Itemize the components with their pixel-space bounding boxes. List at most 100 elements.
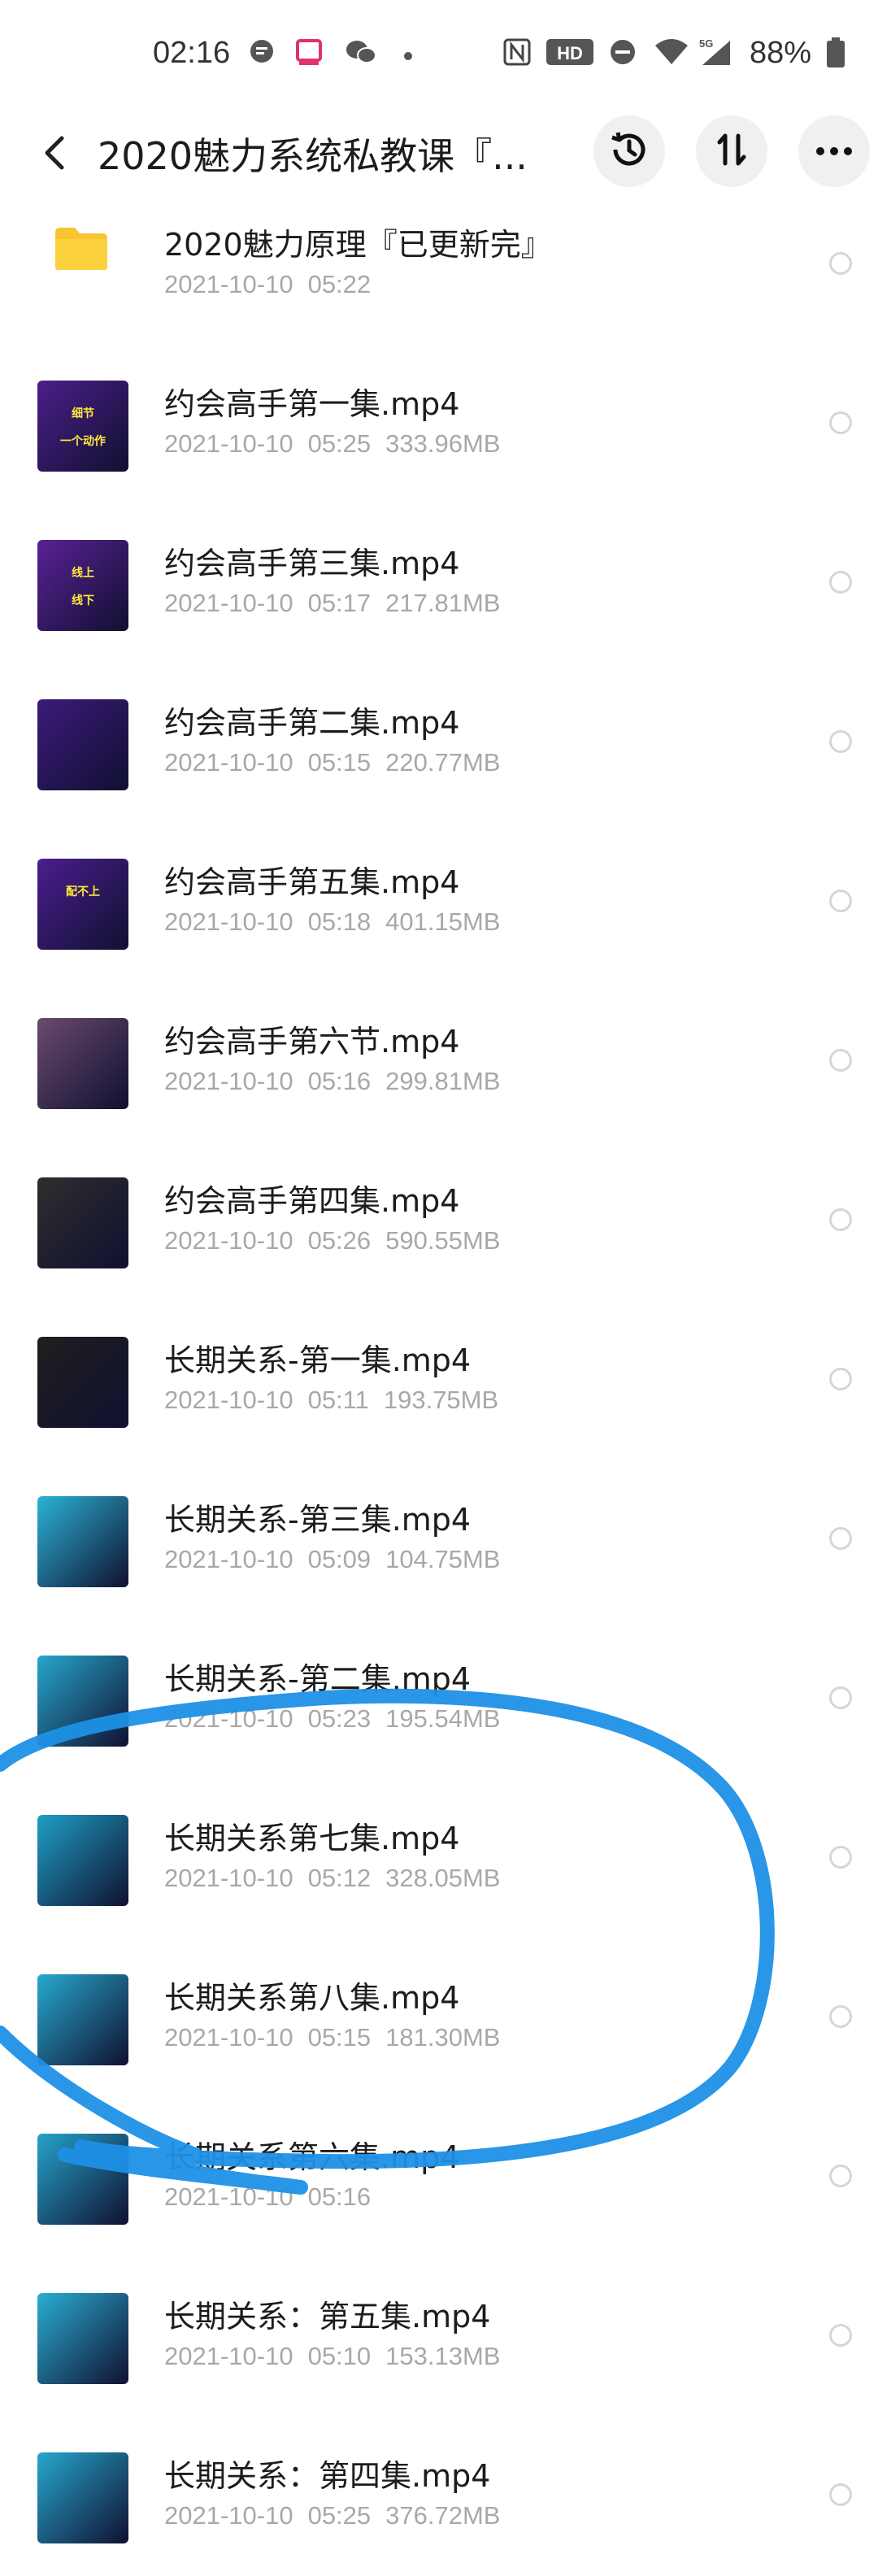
- more-dots-icon: [815, 144, 853, 159]
- file-name: 长期关系-第二集.mp4: [164, 1661, 472, 1697]
- file-name: 长期关系-第一集.mp4: [164, 1342, 472, 1378]
- file-row[interactable]: 长期关系第八集.mp4 2021-10-10 05:15 181.30MB: [0, 1939, 878, 2098]
- file-size: 193.75MB: [383, 1386, 499, 1414]
- message-icon: [247, 37, 276, 67]
- file-name: 约会高手第三集.mp4: [164, 546, 460, 581]
- file-time: 05:15: [307, 2023, 372, 2052]
- video-thumbnail: 细节 一个动作: [37, 381, 128, 472]
- wechat-icon: [345, 37, 376, 67]
- hd-label: HD: [557, 43, 583, 63]
- file-time: 05:22: [307, 270, 372, 298]
- video-thumbnail: [37, 1815, 128, 1906]
- select-radio[interactable]: [829, 1208, 852, 1231]
- hd-icon: HD: [546, 37, 593, 67]
- file-meta: 2021-10-10 05:22: [164, 270, 400, 299]
- file-row[interactable]: 长期关系第六集.mp4 2021-10-10 05:16: [0, 2098, 878, 2257]
- file-name: 长期关系第七集.mp4: [164, 1821, 460, 1856]
- select-radio[interactable]: [829, 1846, 852, 1869]
- file-meta: 2021-10-10 05:10 153.13MB: [164, 2342, 515, 2371]
- file-time: 05:25: [307, 429, 372, 458]
- file-name: 约会高手第六节.mp4: [164, 1024, 460, 1060]
- file-name: 长期关系第八集.mp4: [164, 1980, 460, 2016]
- file-date: 2021-10-10: [164, 1386, 293, 1414]
- video-thumbnail: [37, 2452, 128, 2543]
- file-time: 05:25: [307, 2501, 372, 2530]
- file-size: 153.13MB: [385, 2342, 501, 2370]
- file-row[interactable]: 配不上 约会高手第五集.mp4 2021-10-10 05:18 401.15MB: [0, 823, 878, 982]
- file-row[interactable]: 约会高手第二集.mp4 2021-10-10 05:15 220.77MB: [0, 664, 878, 823]
- more-button[interactable]: [798, 115, 870, 187]
- file-time: 05:09: [307, 1545, 372, 1573]
- file-size: 590.55MB: [385, 1226, 501, 1255]
- file-name: 长期关系-第三集.mp4: [164, 1502, 472, 1538]
- file-row[interactable]: 线上 线下 约会高手第三集.mp4 2021-10-10 05:17 217.81MB: [0, 504, 878, 664]
- file-name: 约会高手第二集.mp4: [164, 705, 460, 741]
- file-date: 2021-10-10: [164, 1226, 293, 1255]
- file-row[interactable]: 长期关系：第五集.mp4 2021-10-10 05:10 153.13MB: [0, 2257, 878, 2417]
- sort-icon: [713, 131, 750, 172]
- file-size: 104.75MB: [385, 1545, 501, 1573]
- select-radio[interactable]: [829, 890, 852, 912]
- select-radio[interactable]: [829, 411, 852, 434]
- file-date: 2021-10-10: [164, 2501, 293, 2530]
- video-thumbnail: 线上 线下: [37, 540, 128, 631]
- file-time: 05:18: [307, 907, 372, 936]
- file-row[interactable]: 长期关系第七集.mp4 2021-10-10 05:12 328.05MB: [0, 1779, 878, 1939]
- dot-icon: [403, 49, 413, 60]
- thumbnail-caption: 细节: [72, 407, 94, 420]
- file-row[interactable]: 长期关系-第一集.mp4 2021-10-10 05:11 193.75MB: [0, 1301, 878, 1460]
- file-meta: 2021-10-10 05:15 220.77MB: [164, 748, 515, 777]
- file-row[interactable]: 细节 一个动作 约会高手第一集.mp4 2021-10-10 05:25 333.96MB: [0, 345, 878, 504]
- file-meta: 2021-10-10 05:16: [164, 2182, 400, 2212]
- select-radio[interactable]: [829, 2324, 852, 2347]
- status-bar: 02:16 HD 5G 88%: [0, 0, 878, 98]
- file-row[interactable]: 长期关系-第三集.mp4 2021-10-10 05:09 104.75MB: [0, 1460, 878, 1620]
- select-radio[interactable]: [829, 2483, 852, 2506]
- page-title: 2020魅力系统私教课『...: [98, 134, 528, 178]
- file-meta: 2021-10-10 05:12 328.05MB: [164, 1864, 515, 1893]
- back-arrow-icon[interactable]: [29, 128, 78, 177]
- file-size: 328.05MB: [385, 1864, 501, 1892]
- folder-icon: [54, 226, 109, 272]
- file-size: 376.72MB: [385, 2501, 501, 2530]
- video-thumbnail: [37, 699, 128, 790]
- file-time: 05:11: [307, 1386, 369, 1414]
- file-name: 长期关系：第四集.mp4: [164, 2458, 491, 2494]
- select-radio[interactable]: [829, 252, 852, 275]
- file-time: 05:16: [307, 2182, 372, 2211]
- select-radio[interactable]: [829, 730, 852, 753]
- video-thumbnail: [37, 1177, 128, 1268]
- file-row[interactable]: 长期关系-第二集.mp4 2021-10-10 05:23 195.54MB: [0, 1620, 878, 1779]
- video-thumbnail: [37, 2134, 128, 2225]
- select-radio[interactable]: [829, 571, 852, 594]
- select-radio[interactable]: [829, 1049, 852, 1072]
- file-name: 约会高手第五集.mp4: [164, 864, 460, 900]
- file-date: 2021-10-10: [164, 2342, 293, 2370]
- file-time: 05:23: [307, 1704, 372, 1733]
- sort-button[interactable]: [696, 115, 767, 187]
- file-size: 220.77MB: [385, 748, 501, 777]
- file-size: 299.81MB: [385, 1067, 501, 1095]
- app-notification-icon: [294, 37, 324, 67]
- file-date: 2021-10-10: [164, 1545, 293, 1573]
- thumbnail-caption: 一个动作: [60, 435, 106, 448]
- select-radio[interactable]: [829, 1368, 852, 1390]
- file-time: 05:17: [307, 589, 372, 617]
- file-meta: 2021-10-10 05:16 299.81MB: [164, 1067, 515, 1096]
- file-row[interactable]: 长期关系：第四集.mp4 2021-10-10 05:25 376.72MB: [0, 2417, 878, 2576]
- file-date: 2021-10-10: [164, 429, 293, 458]
- select-radio[interactable]: [829, 1527, 852, 1550]
- history-button[interactable]: [593, 115, 665, 187]
- select-radio[interactable]: [829, 2005, 852, 2028]
- file-date: 2021-10-10: [164, 270, 293, 298]
- file-row[interactable]: 约会高手第六节.mp4 2021-10-10 05:16 299.81MB: [0, 982, 878, 1142]
- file-row[interactable]: 2020魅力原理『已更新完』 2021-10-10 05:22: [0, 185, 878, 345]
- select-radio[interactable]: [829, 2165, 852, 2187]
- file-name: 约会高手第一集.mp4: [164, 386, 460, 422]
- file-date: 2021-10-10: [164, 589, 293, 617]
- select-radio[interactable]: [829, 1686, 852, 1709]
- file-name: 2020魅力原理『已更新完』: [164, 227, 552, 263]
- nfc-icon: [502, 37, 532, 67]
- file-row[interactable]: 约会高手第四集.mp4 2021-10-10 05:26 590.55MB: [0, 1142, 878, 1301]
- file-meta: 2021-10-10 05:25 376.72MB: [164, 2501, 515, 2530]
